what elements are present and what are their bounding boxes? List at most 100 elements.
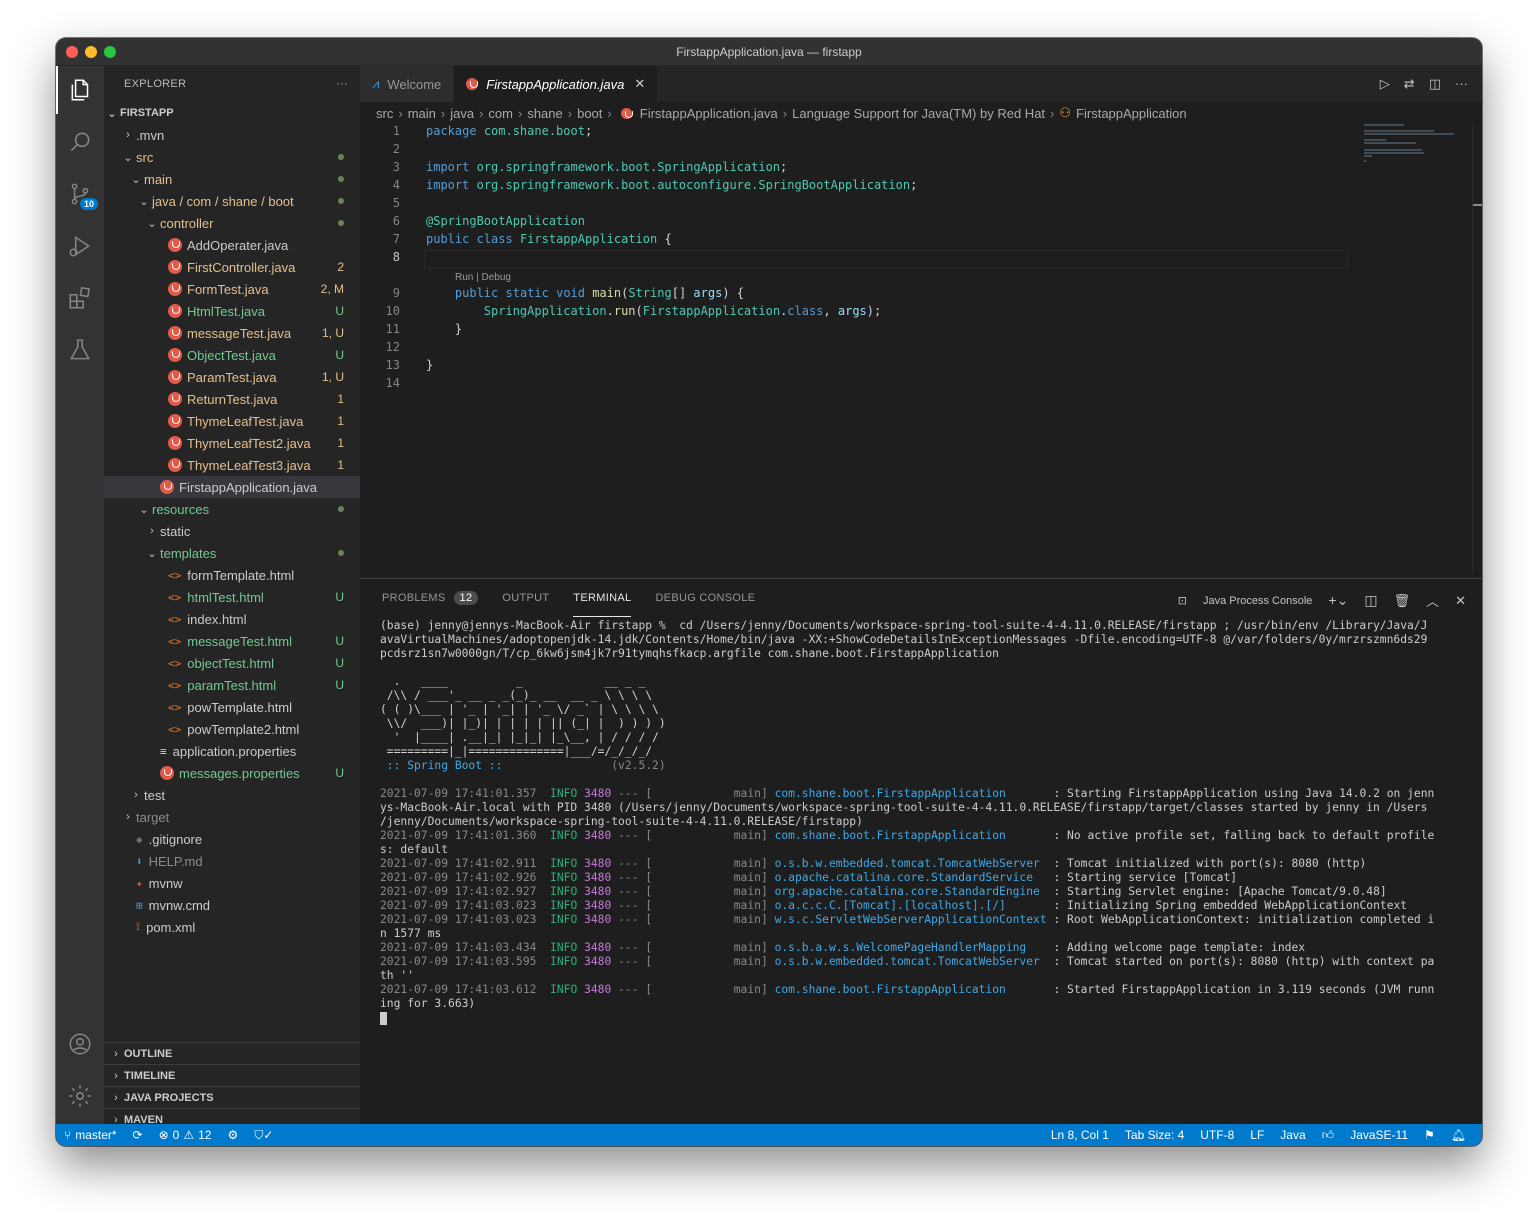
problems-indicator[interactable]: ⊗ 0 ⚠ 12: [151, 1128, 220, 1142]
extensions-icon[interactable]: [56, 274, 104, 322]
tree-item[interactable]: ◆ .gitignore: [104, 828, 360, 850]
tree-item[interactable]: FirstappApplication.java: [104, 476, 360, 498]
tree-item[interactable]: ⌄ main: [104, 168, 360, 190]
tree-item[interactable]: messages.properties U: [104, 762, 360, 784]
new-terminal-icon[interactable]: +⌄: [1328, 592, 1348, 609]
java-runtime[interactable]: JavaSE-11: [1342, 1128, 1416, 1142]
tree-item[interactable]: › static: [104, 520, 360, 542]
open-changes-icon[interactable]: ⇄: [1404, 76, 1415, 92]
tree-item[interactable]: <> index.html: [104, 608, 360, 630]
thumbs-up-icon[interactable]: 👍︎: [1314, 1128, 1343, 1143]
more-actions-icon[interactable]: ···: [1455, 76, 1468, 92]
minimap[interactable]: [1354, 124, 1468, 574]
accounts-icon[interactable]: [56, 1020, 104, 1068]
tree-item[interactable]: ≡ application.properties: [104, 740, 360, 762]
class-icon: ⚇: [1059, 105, 1072, 120]
feedback-icon[interactable]: ⚑: [1416, 1128, 1443, 1142]
tree-item[interactable]: › .mvn: [104, 124, 360, 146]
tree-item[interactable]: › target: [104, 806, 360, 828]
maximize-panel-icon[interactable]: ︿: [1426, 591, 1439, 610]
cursor-position[interactable]: Ln 8, Col 1: [1043, 1128, 1117, 1142]
tree-item[interactable]: ThymeLeafTest.java 1: [104, 410, 360, 432]
console-selector[interactable]: Java Process Console: [1203, 595, 1312, 607]
split-editor-icon[interactable]: ◫: [1429, 76, 1441, 92]
search-icon[interactable]: [56, 118, 104, 166]
run-debug-icon[interactable]: [56, 222, 104, 270]
tree-item[interactable]: ⬇ HELP.md: [104, 850, 360, 872]
explorer-icon[interactable]: [56, 66, 104, 114]
tree-item[interactable]: FormTest.java 2, M: [104, 278, 360, 300]
debug-icon[interactable]: ⚙: [219, 1128, 246, 1142]
breadcrumb-item[interactable]: FirstappApplication: [1076, 106, 1187, 121]
log-line: ys-MacBook-Air.local with PID 3480 (/Use…: [380, 801, 1428, 814]
tree-item[interactable]: ObjectTest.java U: [104, 344, 360, 366]
tree-item[interactable]: HtmlTest.java U: [104, 300, 360, 322]
split-terminal-icon[interactable]: ◫: [1364, 592, 1377, 609]
notifications-bell-icon[interactable]: 🔔︎: [1443, 1128, 1474, 1142]
tab-size[interactable]: Tab Size: 4: [1117, 1128, 1192, 1142]
trash-icon[interactable]: 🗑: [1394, 593, 1411, 609]
tab-firstapp-application[interactable]: FirstappApplication.java ✕: [454, 66, 659, 102]
tree-item[interactable]: ThymeLeafTest3.java 1: [104, 454, 360, 476]
tab-welcome[interactable]: ⩘ Welcome: [360, 66, 455, 102]
breadcrumb-item[interactable]: src: [376, 106, 393, 121]
tree-item[interactable]: <> objectTest.html U: [104, 652, 360, 674]
tree-item[interactable]: AddOperater.java: [104, 234, 360, 256]
tree-item[interactable]: <> formTemplate.html: [104, 564, 360, 586]
breadcrumb-item[interactable]: Language Support for Java(TM) by Red Hat: [792, 106, 1045, 121]
code-lens-run-debug[interactable]: Run | Debug: [455, 272, 511, 283]
source-control-icon[interactable]: 10: [56, 170, 104, 218]
tree-item[interactable]: ⌄ src: [104, 146, 360, 168]
tree-item[interactable]: ⟟ pom.xml: [104, 916, 360, 938]
html-file-icon: <>: [168, 656, 182, 670]
log-line: 2021-07-09 17:41:03.612 INFO 3480 --- [ …: [380, 983, 1470, 997]
line-ending[interactable]: LF: [1242, 1128, 1272, 1142]
tree-item[interactable]: FirstController.java 2: [104, 256, 360, 278]
shield-check-icon[interactable]: ⛉✓: [246, 1128, 281, 1143]
breadcrumb-item[interactable]: boot: [577, 106, 602, 121]
breadcrumb-item[interactable]: com: [488, 106, 513, 121]
language-mode[interactable]: Java: [1272, 1128, 1313, 1142]
tab-problems[interactable]: PROBLEMS 12: [382, 579, 479, 617]
section-timeline[interactable]: › TIMELINE: [104, 1064, 360, 1086]
tree-item[interactable]: messageTest.java 1, U: [104, 322, 360, 344]
tab-output[interactable]: OUTPUT: [502, 579, 549, 617]
breadcrumb-item[interactable]: main: [408, 106, 436, 121]
sync-icon[interactable]: ⟳: [125, 1128, 151, 1142]
tree-item[interactable]: ThymeLeafTest2.java 1: [104, 432, 360, 454]
close-panel-icon[interactable]: ✕: [1455, 593, 1466, 609]
tree-item[interactable]: <> paramTest.html U: [104, 674, 360, 696]
tree-item[interactable]: <> powTemplate.html: [104, 696, 360, 718]
tree-item[interactable]: <> htmlTest.html U: [104, 586, 360, 608]
settings-gear-icon[interactable]: [56, 1072, 104, 1120]
tree-item[interactable]: ⌄ templates: [104, 542, 360, 564]
tab-terminal[interactable]: TERMINAL: [573, 579, 632, 617]
tree-item[interactable]: ParamTest.java 1, U: [104, 366, 360, 388]
branch-indicator[interactable]: ⑂ master*: [56, 1128, 125, 1142]
breadcrumb-item[interactable]: java: [450, 106, 474, 121]
tab-debug-console[interactable]: DEBUG CONSOLE: [655, 579, 755, 617]
tree-item[interactable]: <> powTemplate2.html: [104, 718, 360, 740]
run-icon[interactable]: ▷: [1380, 76, 1390, 92]
breadcrumb-item[interactable]: shane: [527, 106, 562, 121]
root-folder-firstapp[interactable]: ⌄ FIRSTAPP: [104, 102, 360, 124]
testing-icon[interactable]: [56, 326, 104, 374]
tree-item[interactable]: <> messageTest.html U: [104, 630, 360, 652]
tree-item[interactable]: ⌄ resources: [104, 498, 360, 520]
tree-item[interactable]: › test: [104, 784, 360, 806]
editor-scrollbar[interactable]: [1472, 124, 1482, 574]
section-java-projects[interactable]: › JAVA PROJECTS: [104, 1086, 360, 1108]
encoding[interactable]: UTF-8: [1192, 1128, 1242, 1142]
terminal-output[interactable]: (base) jenny@jennys-MacBook-Air firstapp…: [380, 619, 1470, 1025]
modified-dot-icon: [338, 198, 344, 204]
breadcrumb-item[interactable]: FirstappApplication.java: [640, 106, 778, 121]
tree-item[interactable]: ⌄ controller: [104, 212, 360, 234]
tree-item[interactable]: ✦ mvnw: [104, 872, 360, 894]
section-outline[interactable]: › OUTLINE: [104, 1042, 360, 1064]
tree-item[interactable]: ReturnTest.java 1: [104, 388, 360, 410]
log-pid: 3480: [584, 871, 612, 884]
tree-item[interactable]: ⌄ java / com / shane / boot: [104, 190, 360, 212]
explorer-more-button[interactable]: ···: [336, 78, 348, 90]
tree-item[interactable]: ⊞ mvnw.cmd: [104, 894, 360, 916]
close-tab-icon[interactable]: ✕: [634, 76, 645, 92]
